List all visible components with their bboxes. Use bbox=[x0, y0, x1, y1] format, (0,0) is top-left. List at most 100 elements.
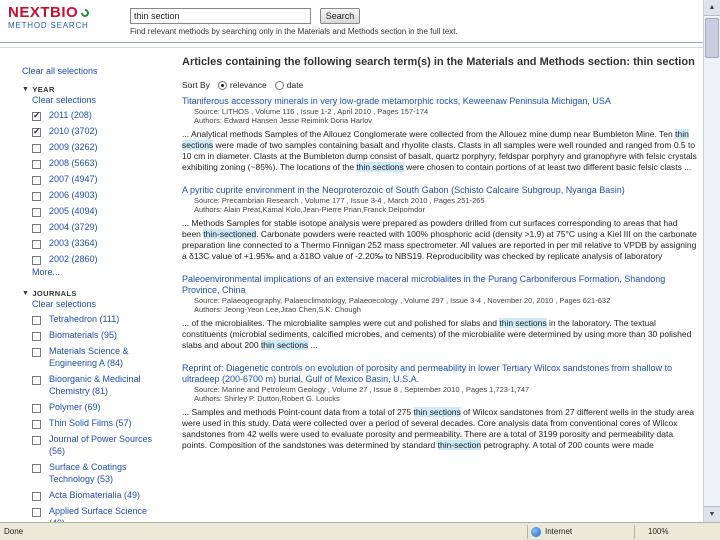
year-filter-item[interactable]: 2011 (208) bbox=[32, 109, 162, 121]
scroll-up-arrow-icon[interactable]: ▲ bbox=[704, 0, 720, 16]
results-list: Titaniferous accessory minerals in very … bbox=[182, 96, 697, 451]
nextbio-logo[interactable]: NEXTBIO METHOD SEARCH bbox=[8, 5, 91, 30]
journal-filter-item[interactable]: Biomaterials (95) bbox=[32, 329, 162, 341]
journal-filter-item[interactable]: Polymer (69) bbox=[32, 401, 162, 413]
journal-filter-checkbox[interactable] bbox=[32, 464, 41, 473]
journal-filter-label[interactable]: Journal of Power Sources (56) bbox=[49, 433, 162, 457]
journal-filter-label[interactable]: Surface & Coatings Technology (53) bbox=[49, 461, 162, 485]
search-term-highlight: thin-sectioned bbox=[203, 229, 257, 239]
year-facet-heading[interactable]: ▼ YEAR bbox=[22, 85, 162, 94]
journal-filter-checkbox[interactable] bbox=[32, 332, 41, 341]
year-filter-item[interactable]: 2005 (4094) bbox=[32, 205, 162, 217]
journal-filter-checkbox[interactable] bbox=[32, 376, 41, 385]
journal-filter-item[interactable]: Bioorganic & Medicinal Chemistry (81) bbox=[32, 373, 162, 397]
sort-relevance-radio[interactable] bbox=[217, 80, 227, 90]
year-filter-item[interactable]: 2008 (5663) bbox=[32, 157, 162, 169]
journal-filter-label[interactable]: Bioorganic & Medicinal Chemistry (81) bbox=[49, 373, 162, 397]
journal-filter-checkbox[interactable] bbox=[32, 508, 41, 517]
brand-name: NEXTBIO bbox=[8, 5, 91, 20]
journal-filter-item[interactable]: Thin Solid Films (57) bbox=[32, 417, 162, 429]
year-filter-label[interactable]: 2003 (3364) bbox=[49, 237, 98, 249]
year-filter-checkbox[interactable] bbox=[32, 160, 41, 169]
journal-filter-item[interactable]: Surface & Coatings Technology (53) bbox=[32, 461, 162, 485]
journal-filter-label[interactable]: Tetrahedron (111) bbox=[49, 313, 119, 325]
year-filter-item[interactable]: 2002 (2860) bbox=[32, 253, 162, 265]
year-more-link[interactable]: More... bbox=[32, 267, 162, 277]
sort-controls: Sort By relevance date bbox=[182, 80, 697, 90]
year-filter-label[interactable]: 2009 (3262) bbox=[49, 141, 98, 153]
year-filter-label[interactable]: 2006 (4903) bbox=[49, 189, 98, 201]
vertical-scrollbar[interactable]: ▲ ▼ bbox=[703, 0, 720, 522]
clear-all-selections-link[interactable]: Clear all selections bbox=[22, 66, 162, 76]
search-term-highlight: thin sections bbox=[260, 340, 309, 350]
journal-filter-item[interactable]: Acta Biomaterialia (49) bbox=[32, 489, 162, 501]
result-item: Paleoenvironmental implications of an ex… bbox=[182, 274, 697, 351]
journal-filter-checkbox[interactable] bbox=[32, 348, 41, 357]
journals-clear-selections-link[interactable]: Clear selections bbox=[32, 299, 162, 309]
status-separator bbox=[527, 524, 528, 539]
year-filter-checkbox[interactable] bbox=[32, 110, 41, 121]
result-item: Reprint of: Diagenetic controls on evolu… bbox=[182, 363, 697, 451]
journal-filter-checkbox[interactable] bbox=[32, 420, 41, 429]
sort-relevance-label[interactable]: relevance bbox=[230, 80, 267, 90]
year-filter-checkbox[interactable] bbox=[32, 192, 41, 201]
collapse-arrow-icon: ▼ bbox=[22, 86, 30, 93]
header-divider bbox=[0, 42, 703, 43]
year-filter-checkbox[interactable] bbox=[32, 176, 41, 185]
year-filter-checkbox[interactable] bbox=[32, 224, 41, 233]
year-filter-item[interactable]: 2007 (4947) bbox=[32, 173, 162, 185]
year-filter-label[interactable]: 2004 (3729) bbox=[49, 221, 98, 233]
journal-filter-checkbox[interactable] bbox=[32, 436, 41, 445]
year-filter-label[interactable]: 2011 (208) bbox=[49, 109, 92, 121]
year-filter-checkbox[interactable] bbox=[32, 126, 41, 137]
journal-filter-item[interactable]: Journal of Power Sources (56) bbox=[32, 433, 162, 457]
scroll-thumb[interactable] bbox=[705, 18, 719, 58]
year-filter-label[interactable]: 2007 (4947) bbox=[49, 173, 98, 185]
year-filter-item[interactable]: 2009 (3262) bbox=[32, 141, 162, 153]
year-filter-item[interactable]: 2003 (3364) bbox=[32, 237, 162, 249]
journal-filter-label[interactable]: Biomaterials (95) bbox=[49, 329, 117, 341]
zoom-level[interactable]: 100% bbox=[648, 527, 668, 536]
search-button[interactable]: Search bbox=[320, 8, 360, 24]
year-filter-checkbox[interactable] bbox=[32, 208, 41, 217]
year-filter-label[interactable]: 2008 (5663) bbox=[49, 157, 98, 169]
journal-filter-checkbox[interactable] bbox=[32, 492, 41, 501]
journal-filter-label[interactable]: Acta Biomaterialia (49) bbox=[49, 489, 140, 501]
scroll-down-arrow-icon[interactable]: ▼ bbox=[704, 506, 720, 522]
journal-filter-checkbox[interactable] bbox=[32, 404, 41, 413]
journal-filter-item[interactable]: Materials Science & Engineering A (84) bbox=[32, 345, 162, 369]
result-title-link[interactable]: Paleoenvironmental implications of an ex… bbox=[182, 274, 697, 296]
snippet-text: petrography. A total of 200 counts were … bbox=[481, 440, 654, 450]
journal-filter-label[interactable]: Thin Solid Films (57) bbox=[49, 417, 132, 429]
search-term-highlight: thin sections bbox=[499, 318, 547, 328]
snippet-text: ... Samples and methods Point-count data… bbox=[182, 407, 414, 417]
journal-filter-item[interactable]: Tetrahedron (111) bbox=[32, 313, 162, 325]
year-filter-label[interactable]: 2005 (4094) bbox=[49, 205, 98, 217]
brand-subtitle: METHOD SEARCH bbox=[8, 21, 89, 30]
result-title-link[interactable]: Titaniferous accessory minerals in very … bbox=[182, 96, 697, 107]
year-filter-item[interactable]: 2004 (3729) bbox=[32, 221, 162, 233]
result-source: Source: LITHOS , Volume 116 , Issue 1-2 … bbox=[194, 107, 429, 116]
results-heading: Articles containing the following search… bbox=[182, 56, 695, 68]
year-clear-selections-link[interactable]: Clear selections bbox=[32, 95, 162, 105]
sort-date-label[interactable]: date bbox=[287, 80, 304, 90]
result-snippet: ... Analytical methods Samples of the Al… bbox=[182, 129, 697, 173]
journal-filter-label[interactable]: Polymer (69) bbox=[49, 401, 101, 413]
journal-filter-checkbox[interactable] bbox=[32, 316, 41, 325]
year-filter-label[interactable]: 2010 (3702) bbox=[49, 125, 98, 137]
security-zone: Internet bbox=[531, 526, 631, 537]
result-title-link[interactable]: A pyritic cuprite environment in the Neo… bbox=[182, 185, 697, 196]
year-filter-label[interactable]: 2002 (2860) bbox=[49, 253, 98, 265]
year-filter-checkbox[interactable] bbox=[32, 256, 41, 265]
year-filter-item[interactable]: 2006 (4903) bbox=[32, 189, 162, 201]
globe-icon bbox=[531, 526, 541, 537]
journal-filter-label[interactable]: Materials Science & Engineering A (84) bbox=[49, 345, 162, 369]
result-title-link[interactable]: Reprint of: Diagenetic controls on evolu… bbox=[182, 363, 697, 385]
year-filter-checkbox[interactable] bbox=[32, 240, 41, 249]
journals-facet-heading[interactable]: ▼ JOURNALS bbox=[22, 289, 162, 298]
sort-date-radio[interactable] bbox=[274, 80, 284, 90]
year-filter-item[interactable]: 2010 (3702) bbox=[32, 125, 162, 137]
search-input[interactable] bbox=[130, 8, 311, 24]
result-snippet: ... Samples and methods Point-count data… bbox=[182, 407, 697, 451]
year-filter-checkbox[interactable] bbox=[32, 144, 41, 153]
